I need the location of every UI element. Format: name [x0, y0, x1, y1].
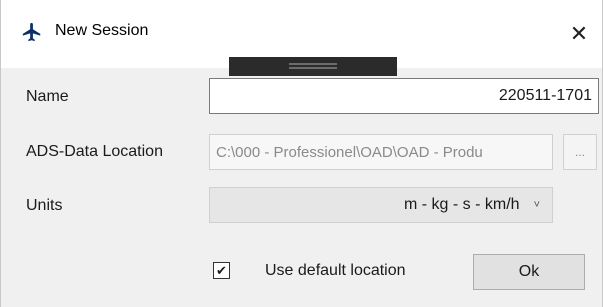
use-default-location-label: Use default location [265, 262, 406, 279]
units-label: Units [26, 197, 63, 214]
ok-button[interactable]: Ok [473, 254, 585, 290]
units-selected-value: m - kg - s - km/h [404, 196, 520, 213]
ads-data-location-input [209, 134, 553, 170]
ads-data-location-label: ADS-Data Location [26, 143, 163, 160]
name-input[interactable] [209, 78, 599, 114]
name-label: Name [26, 88, 69, 105]
grip-line [289, 67, 337, 69]
ok-label: Ok [518, 263, 540, 280]
new-session-dialog: New Session ✕ Name ADS-Data Location ...… [0, 0, 603, 307]
browse-button: ... [563, 134, 597, 170]
window-title: New Session [55, 22, 149, 39]
airplane-icon [21, 21, 43, 43]
drag-handle[interactable] [229, 57, 397, 76]
units-select[interactable]: m - kg - s - km/h ˅ [209, 187, 553, 223]
grip-line [289, 63, 337, 65]
chevron-down-icon: ˅ [533, 199, 540, 211]
checkmark-icon: ✔ [216, 263, 227, 278]
browse-label: ... [574, 145, 585, 159]
close-icon: ✕ [569, 21, 589, 46]
close-button[interactable]: ✕ [556, 0, 602, 68]
use-default-location-checkbox[interactable]: ✔ [213, 262, 230, 279]
